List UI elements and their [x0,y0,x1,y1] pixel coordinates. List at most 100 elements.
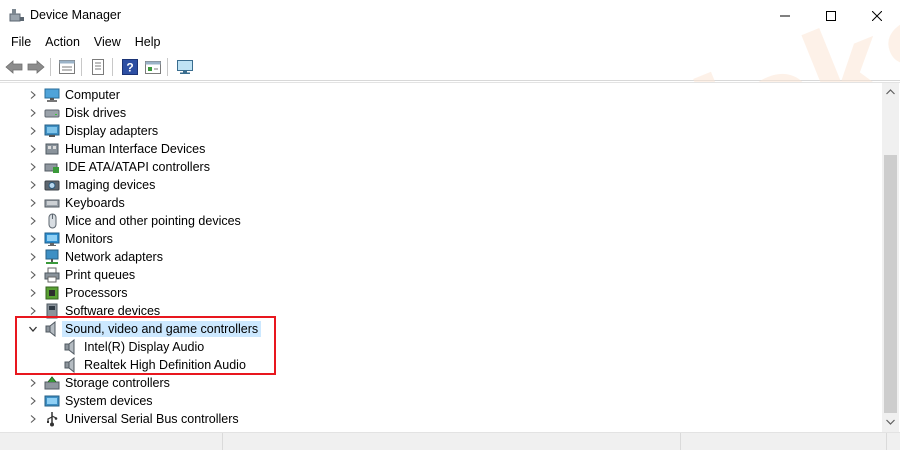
properties-view-icon [59,60,75,74]
toolbar-separator [112,58,113,76]
tree-category-label[interactable]: Disk drives [65,106,126,120]
tree-category[interactable]: Network adapters [0,248,870,266]
storage-controller-icon [44,376,60,390]
tree-category-label[interactable]: Imaging devices [65,178,155,192]
toolbar-separator [167,58,168,76]
tree-category[interactable]: Universal Serial Bus controllers [0,410,870,428]
tree-category[interactable]: Storage controllers [0,374,870,392]
computer-icon [44,88,60,102]
tree-category-label[interactable]: Mice and other pointing devices [65,214,241,228]
network-adapter-icon [45,249,59,264]
chevron-right-icon[interactable] [28,378,38,388]
minimize-icon [780,15,790,16]
highlight-rectangle [15,316,276,375]
camera-icon [44,180,60,191]
close-icon [872,10,882,21]
chevron-right-icon[interactable] [28,270,38,280]
chevron-right-icon[interactable] [28,288,38,298]
toolbar: ? [0,53,900,81]
toolbar-separator [81,58,82,76]
tree-category[interactable]: Display adapters [0,122,870,140]
tree-category-label[interactable]: Processors [65,286,128,300]
tree-category-label[interactable]: Storage controllers [65,376,170,390]
usb-icon [47,412,58,427]
tree-category[interactable]: Print queues [0,266,870,284]
menu-action[interactable]: Action [38,31,87,53]
tree-category-label[interactable]: Display adapters [65,124,158,138]
tree-category[interactable]: Keyboards [0,194,870,212]
vertical-scroll-thumb[interactable] [884,155,897,413]
tree-category-label[interactable]: Network adapters [65,250,163,264]
status-bar-section [681,433,887,450]
minimize-button[interactable] [762,0,808,31]
tree-category[interactable]: IDE ATA/ATAPI controllers [0,158,870,176]
horizontal-scrollbar [0,432,900,450]
chevron-right-icon[interactable] [28,108,38,118]
menu-bar: File Action View Help [0,31,900,53]
tree-category[interactable]: Computer [0,86,870,104]
tree-category[interactable]: Human Interface Devices [0,140,870,158]
chevron-right-icon[interactable] [28,252,38,262]
chevron-right-icon[interactable] [28,306,38,316]
properties-view-button[interactable] [57,57,77,77]
printer-icon [44,267,60,283]
display-adapter-icon [44,124,60,137]
update-driver-icon [145,61,161,74]
chevron-right-icon[interactable] [28,180,38,190]
chevron-right-icon[interactable] [28,90,38,100]
device-list-button[interactable] [88,57,108,77]
status-bar-section [223,433,681,450]
chevron-right-icon[interactable] [28,234,38,244]
back-icon [5,60,23,74]
back-button[interactable] [4,57,24,77]
tree-category-label[interactable]: System devices [65,394,153,408]
tree-category[interactable]: Imaging devices [0,176,870,194]
chevron-right-icon[interactable] [28,396,38,406]
tree-category-label[interactable]: Human Interface Devices [65,142,205,156]
scroll-down-icon[interactable] [882,415,899,429]
processor-icon [45,286,59,300]
system-device-icon [44,395,60,407]
tree-category-label[interactable]: Computer [65,88,120,102]
device-list-icon [92,59,104,75]
menu-view[interactable]: View [87,31,128,53]
scan-hardware-icon [177,60,193,74]
device-manager-app-icon [9,9,24,22]
update-driver-button[interactable] [143,57,163,77]
tree-category[interactable]: System devices [0,392,870,410]
keyboard-icon [44,199,60,208]
tree-category-label[interactable]: Monitors [65,232,113,246]
tree-category-label[interactable]: Print queues [65,268,135,282]
maximize-button[interactable] [808,0,854,31]
help-icon: ? [122,59,138,75]
menu-help[interactable]: Help [128,31,168,53]
tree-category-label[interactable]: Keyboards [65,196,125,210]
tree-category[interactable]: Monitors [0,230,870,248]
tree-category[interactable]: Disk drives [0,104,870,122]
tree-category-label[interactable]: Universal Serial Bus controllers [65,412,239,426]
forward-button[interactable] [26,57,46,77]
hid-icon [45,143,59,155]
title-bar: Device Manager [0,0,900,31]
ide-controller-icon [44,163,59,173]
tree-category-label[interactable]: IDE ATA/ATAPI controllers [65,160,210,174]
window-title: Device Manager [30,8,122,22]
svg-text:?: ? [126,61,133,75]
chevron-right-icon[interactable] [28,144,38,154]
help-button[interactable]: ? [120,57,140,77]
chevron-right-icon[interactable] [28,216,38,226]
chevron-right-icon[interactable] [28,198,38,208]
tree-category[interactable]: Mice and other pointing devices [0,212,870,230]
forward-icon [27,60,45,74]
tree-category[interactable]: Processors [0,284,870,302]
disk-drive-icon [44,109,60,118]
chevron-right-icon[interactable] [28,414,38,424]
scroll-up-icon[interactable] [882,85,899,99]
mouse-icon [48,213,57,229]
menu-file[interactable]: File [4,31,38,53]
toolbar-separator [50,58,51,76]
scan-hardware-button[interactable] [175,57,195,77]
chevron-right-icon[interactable] [28,126,38,136]
close-button[interactable] [854,0,900,31]
chevron-right-icon[interactable] [28,162,38,172]
